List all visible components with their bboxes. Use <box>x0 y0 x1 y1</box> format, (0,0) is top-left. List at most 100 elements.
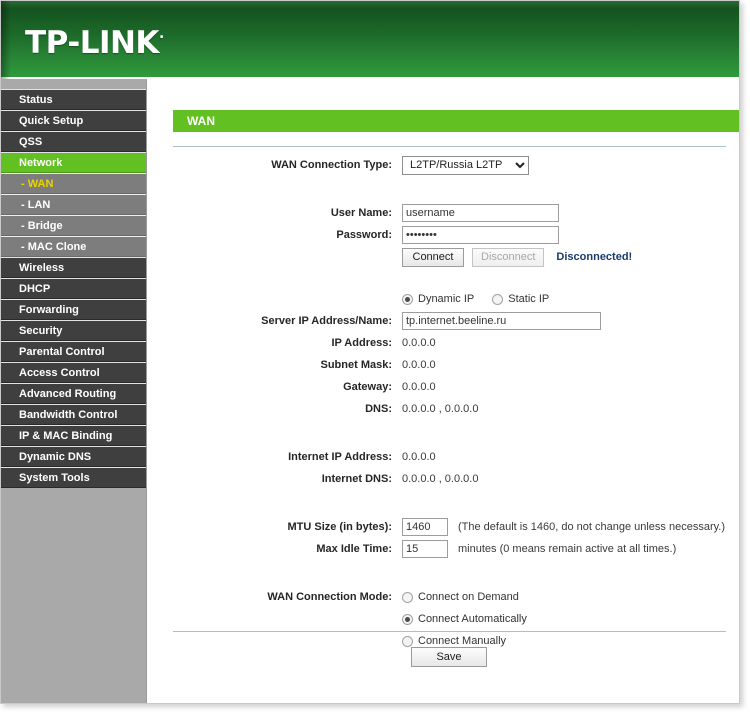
page-title-banner: WAN <box>173 110 739 132</box>
sidebar-item-ip-mac-binding[interactable]: IP & MAC Binding <box>1 425 146 446</box>
row-address-mode: Dynamic IP Static IP <box>148 288 739 310</box>
row-connection-type: WAN Connection Type: L2TP/Russia L2TP <box>148 154 739 176</box>
sidebar-item-label: Bandwidth Control <box>19 409 118 421</box>
sidebar-item-label: Status <box>19 94 53 106</box>
radio-dynamic-ip-dot <box>402 293 413 305</box>
label-gateway: Gateway: <box>343 381 392 393</box>
field-internet-dns: 0.0.0.0 , 0.0.0.0 <box>402 473 739 485</box>
row-mtu: MTU Size (in bytes): (The default is 146… <box>148 516 739 538</box>
sidebar-item-label: System Tools <box>19 472 90 484</box>
label-dns: DNS: <box>365 403 392 415</box>
field-ip-address: 0.0.0.0 <box>402 337 739 349</box>
sidebar-item-label: QSS <box>19 136 43 148</box>
sidebar-item-label: Dynamic DNS <box>19 451 92 463</box>
max-idle-input[interactable] <box>402 540 448 558</box>
sidebar-item-bandwidth-control[interactable]: Bandwidth Control <box>1 404 146 425</box>
field-address-mode: Dynamic IP Static IP <box>402 293 739 305</box>
sidebar-item-system-tools[interactable]: System Tools <box>1 467 146 488</box>
field-server-address <box>402 312 739 330</box>
disconnect-button: Disconnect <box>472 247 545 267</box>
save-button[interactable]: Save <box>411 647 487 667</box>
field-dns: 0.0.0.0 , 0.0.0.0 <box>402 403 739 415</box>
sidebar-item-mac-clone[interactable]: - MAC Clone <box>1 236 146 257</box>
sidebar-item-access-control[interactable]: Access Control <box>1 362 146 383</box>
sidebar-item-advanced-routing[interactable]: Advanced Routing <box>1 383 146 404</box>
row-max-idle: Max Idle Time: minutes (0 means remain a… <box>148 538 739 560</box>
server-address-input[interactable] <box>402 312 601 330</box>
sidebar-item-parental-control[interactable]: Parental Control <box>1 341 146 362</box>
label-mtu: MTU Size (in bytes): <box>287 521 392 533</box>
sidebar-item-label: - LAN <box>21 199 51 211</box>
mtu-hint: (The default is 1460, do not change unle… <box>458 521 726 533</box>
field-max-idle: minutes (0 means remain active at all ti… <box>402 540 739 558</box>
row-connection-mode: WAN Connection Mode: Connect on Demand <box>148 586 739 608</box>
label-connection-type: WAN Connection Type: <box>271 159 392 171</box>
field-connection-type: L2TP/Russia L2TP <box>402 155 739 175</box>
tp-link-logo: TP-LINK· <box>25 25 164 61</box>
connection-status-text: Disconnected! <box>556 251 633 263</box>
field-connection-mode-demand: Connect on Demand <box>402 591 739 603</box>
label-ip-address: IP Address: <box>331 337 392 349</box>
window-frame: TP-LINK· Status Quick Setup QSS Network - WA… <box>0 0 740 704</box>
radio-dynamic-ip-label: Dynamic IP <box>418 293 475 305</box>
ip-address-value: 0.0.0.0 <box>402 337 436 349</box>
field-connect-actions: Connect Disconnect Disconnected! <box>402 247 739 267</box>
mtu-input[interactable] <box>402 518 448 536</box>
row-internet-ip: Internet IP Address: 0.0.0.0 <box>148 446 739 468</box>
internet-ip-value: 0.0.0.0 <box>402 451 436 463</box>
field-password <box>402 226 739 244</box>
sidebar-item-wireless[interactable]: Wireless <box>1 257 146 278</box>
sidebar-item-security[interactable]: Security <box>1 320 146 341</box>
field-subnet-mask: 0.0.0.0 <box>402 359 739 371</box>
field-gateway: 0.0.0.0 <box>402 381 739 393</box>
connect-button[interactable]: Connect <box>402 247 464 267</box>
divider-top <box>173 146 726 147</box>
label-server-address: Server IP Address/Name: <box>261 315 392 327</box>
radio-dynamic-ip[interactable]: Dynamic IP <box>402 293 474 305</box>
sidebar-item-label: - MAC Clone <box>21 241 87 253</box>
password-input[interactable] <box>402 226 559 244</box>
radio-static-ip[interactable]: Static IP <box>492 293 549 305</box>
radio-connect-on-demand[interactable]: Connect on Demand <box>402 591 519 603</box>
field-connection-mode-manual: Connect Manually <box>402 635 739 647</box>
sidebar-item-label: - Bridge <box>21 220 63 232</box>
row-internet-dns: Internet DNS: 0.0.0.0 , 0.0.0.0 <box>148 468 739 490</box>
sidebar-item-status[interactable]: Status <box>1 89 146 110</box>
sidebar-item-label: Security <box>19 325 63 337</box>
divider-bottom <box>173 631 726 632</box>
row-connection-mode-auto: Connect Automatically <box>148 608 739 630</box>
label-subnet-mask: Subnet Mask: <box>320 359 392 371</box>
label-password: Password: <box>336 229 392 241</box>
row-gateway: Gateway: 0.0.0.0 <box>148 376 739 398</box>
sidebar-item-label: IP & MAC Binding <box>19 430 113 442</box>
sidebar-item-quick-setup[interactable]: Quick Setup <box>1 110 146 131</box>
logo-text: TP-LINK <box>25 25 159 61</box>
sidebar-item-dynamic-dns[interactable]: Dynamic DNS <box>1 446 146 467</box>
radio-connect-manually-label: Connect Manually <box>418 635 507 647</box>
radio-static-ip-label: Static IP <box>508 293 550 305</box>
radio-connect-automatically[interactable]: Connect Automatically <box>402 613 527 625</box>
dns-value: 0.0.0.0 , 0.0.0.0 <box>402 403 479 415</box>
wan-connection-type-select[interactable]: L2TP/Russia L2TP <box>402 155 529 175</box>
sidebar-item-forwarding[interactable]: Forwarding <box>1 299 146 320</box>
user-name-input[interactable] <box>402 204 559 222</box>
sidebar-item-bridge[interactable]: - Bridge <box>1 215 146 236</box>
row-server-address: Server IP Address/Name: <box>148 310 739 332</box>
field-mtu: (The default is 1460, do not change unle… <box>402 518 739 536</box>
sidebar-item-dhcp[interactable]: DHCP <box>1 278 146 299</box>
radio-connect-manually[interactable]: Connect Manually <box>402 635 506 647</box>
sidebar-item-label: DHCP <box>19 283 51 295</box>
sidebar-item-lan[interactable]: - LAN <box>1 194 146 215</box>
sidebar-item-qss[interactable]: QSS <box>1 131 146 152</box>
sidebar-item-wan[interactable]: - WAN <box>1 173 146 194</box>
sidebar-item-network[interactable]: Network <box>1 152 146 173</box>
content-area: WAN WAN Connection Type: L2TP/Russia L2T… <box>148 79 739 703</box>
save-area: Save <box>148 647 739 667</box>
radio-connect-on-demand-label: Connect on Demand <box>418 591 519 603</box>
internet-dns-value: 0.0.0.0 , 0.0.0.0 <box>402 473 479 485</box>
router-admin-page: TP-LINK· Status Quick Setup QSS Network - WA… <box>0 0 750 714</box>
sidebar-top-gap <box>1 79 146 89</box>
